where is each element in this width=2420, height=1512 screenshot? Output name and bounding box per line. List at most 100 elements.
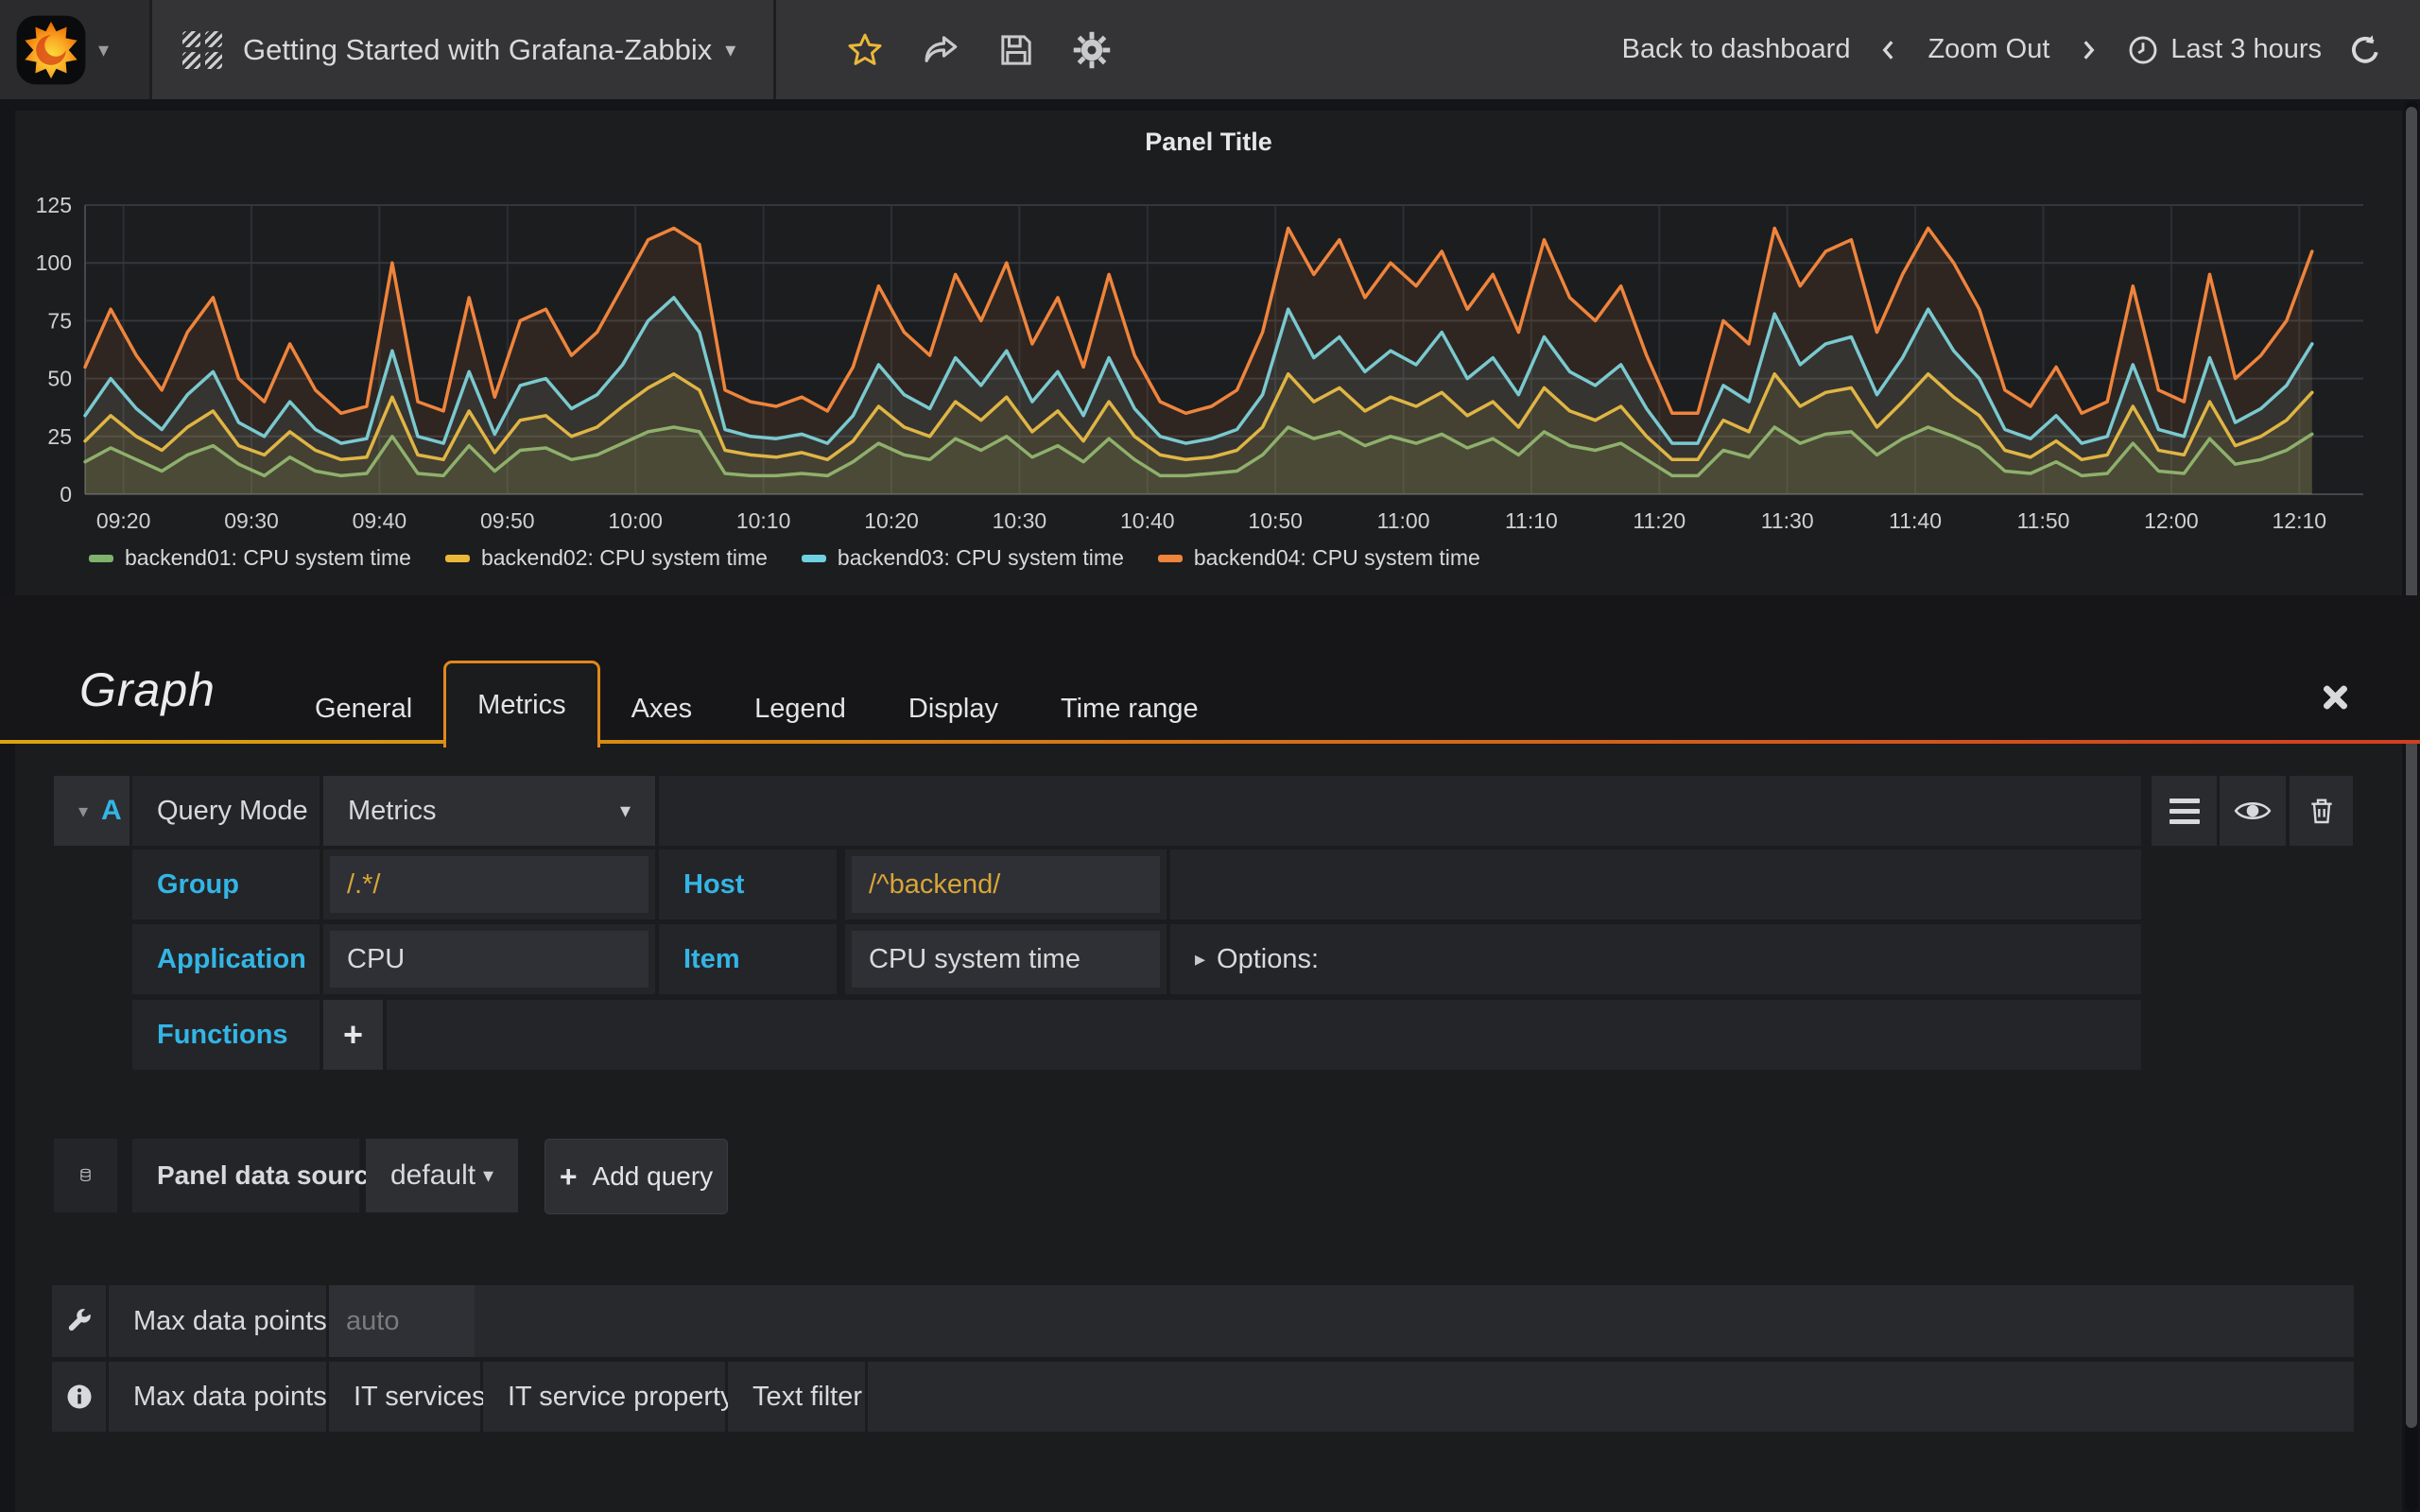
chart-legend: backend01: CPU system time backend02: CPU… bbox=[89, 545, 1480, 571]
svg-text:11:10: 11:10 bbox=[1505, 508, 1558, 533]
panel-type-heading: Graph bbox=[79, 662, 216, 717]
collapse-caret-icon: ▾ bbox=[78, 799, 88, 823]
save-button[interactable] bbox=[991, 0, 1042, 99]
group-row-filler bbox=[1170, 850, 2141, 919]
svg-text:09:40: 09:40 bbox=[353, 508, 407, 533]
plus-icon: + bbox=[343, 1015, 363, 1055]
svg-text:09:30: 09:30 bbox=[224, 508, 279, 533]
group-input[interactable]: /.*/ bbox=[330, 856, 648, 913]
dashboard-caret-icon: ▾ bbox=[725, 38, 735, 62]
host-label: Host bbox=[659, 850, 837, 919]
query-letter: A bbox=[101, 795, 122, 827]
graph-panel: Panel Title 09:2009:3009:4009:5010:0010:… bbox=[15, 111, 2402, 595]
datasource-select[interactable]: default ▾ bbox=[366, 1139, 518, 1212]
options-row: ▸ Options: bbox=[1170, 924, 2141, 994]
help-link-it-services[interactable]: IT services bbox=[329, 1362, 480, 1432]
datasource-label: Panel data source bbox=[132, 1139, 359, 1212]
eye-icon bbox=[2234, 799, 2272, 823]
dashboard-picker[interactable]: Getting Started with Grafana-Zabbix ▾ bbox=[152, 0, 776, 99]
options-toggle[interactable]: ▸ Options: bbox=[1195, 944, 1319, 975]
application-input-cell: CPU bbox=[323, 924, 655, 994]
host-input[interactable]: /^backend/ bbox=[852, 856, 1160, 913]
svg-text:10:50: 10:50 bbox=[1248, 508, 1303, 533]
legend-swatch-icon bbox=[89, 555, 113, 562]
time-series-chart[interactable]: 09:2009:3009:4009:5010:0010:1010:2010:30… bbox=[15, 111, 2402, 595]
help-link-it-service-property[interactable]: IT service property bbox=[483, 1362, 725, 1432]
item-input[interactable]: CPU system time bbox=[852, 931, 1160, 988]
info-icon-cell bbox=[52, 1362, 106, 1432]
svg-text:100: 100 bbox=[36, 250, 72, 275]
time-range-picker[interactable]: Last 3 hours bbox=[2127, 34, 2322, 66]
query-menu-button[interactable] bbox=[2152, 776, 2217, 846]
svg-text:12:00: 12:00 bbox=[2144, 508, 2199, 533]
tab-time-range[interactable]: Time range bbox=[1029, 674, 1230, 744]
zoom-out-button[interactable]: Zoom Out bbox=[1927, 34, 2049, 65]
legend-swatch-icon bbox=[445, 555, 470, 562]
tab-general[interactable]: General bbox=[284, 674, 443, 744]
tab-metrics[interactable]: Metrics bbox=[443, 661, 599, 747]
navbar: ▾ Getting Started with Grafana-Zabbix ▾ bbox=[0, 0, 2420, 99]
query-delete-button[interactable] bbox=[2290, 776, 2353, 846]
svg-text:50: 50 bbox=[47, 367, 72, 391]
tab-axes[interactable]: Axes bbox=[600, 674, 723, 744]
plus-icon: + bbox=[560, 1160, 578, 1194]
legend-label: backend01: CPU system time bbox=[125, 545, 411, 571]
query-mode-label: Query Mode bbox=[132, 776, 320, 846]
legend-item-backend01[interactable]: backend01: CPU system time bbox=[89, 545, 411, 571]
legend-swatch-icon bbox=[802, 555, 826, 562]
svg-text:10:30: 10:30 bbox=[993, 508, 1047, 533]
gear-icon bbox=[1072, 30, 1112, 70]
chevron-left-icon[interactable] bbox=[1876, 36, 1901, 64]
help-link-max-data-points[interactable]: Max data points bbox=[109, 1362, 326, 1432]
query-mode-select[interactable]: Metrics ▾ bbox=[323, 776, 655, 846]
chevron-right-small-icon: ▸ bbox=[1195, 947, 1205, 971]
database-icon bbox=[78, 1159, 93, 1193]
application-label: Application bbox=[132, 924, 320, 994]
wrench-icon bbox=[65, 1307, 94, 1335]
legend-item-backend02[interactable]: backend02: CPU system time bbox=[445, 545, 768, 571]
svg-text:11:40: 11:40 bbox=[1889, 508, 1942, 533]
datasource-icon-cell bbox=[54, 1139, 117, 1212]
grafana-dashboard-edit-screen: ▾ Getting Started with Grafana-Zabbix ▾ bbox=[0, 0, 2420, 1512]
functions-label: Functions bbox=[132, 1000, 320, 1070]
svg-text:25: 25 bbox=[47, 424, 72, 449]
item-input-cell: CPU system time bbox=[845, 924, 1167, 994]
dashboard-title[interactable]: Getting Started with Grafana-Zabbix bbox=[243, 33, 712, 67]
svg-text:75: 75 bbox=[47, 308, 72, 333]
host-input-cell: /^backend/ bbox=[845, 850, 1167, 919]
svg-text:11:20: 11:20 bbox=[1633, 508, 1685, 533]
chevron-down-icon: ▾ bbox=[620, 799, 631, 823]
legend-label: backend04: CPU system time bbox=[1194, 545, 1480, 571]
help-link-text-filter[interactable]: Text filter bbox=[728, 1362, 865, 1432]
query-letter-toggle[interactable]: ▾ A bbox=[54, 776, 130, 846]
help-row-filler bbox=[868, 1362, 2354, 1432]
svg-text:0: 0 bbox=[60, 482, 72, 507]
trash-icon bbox=[2307, 795, 2337, 827]
refresh-icon[interactable] bbox=[2348, 33, 2382, 67]
close-editor-button[interactable] bbox=[2320, 683, 2348, 712]
svg-text:11:30: 11:30 bbox=[1761, 508, 1814, 533]
share-button[interactable] bbox=[915, 0, 966, 99]
favorite-star-button[interactable] bbox=[839, 0, 890, 99]
svg-text:10:20: 10:20 bbox=[864, 508, 919, 533]
grafana-logo-menu[interactable]: ▾ bbox=[0, 0, 152, 99]
query-toggle-visibility-button[interactable] bbox=[2220, 776, 2286, 846]
query-row-filler bbox=[659, 776, 2141, 846]
scrollbar-thumb[interactable] bbox=[2406, 107, 2417, 1428]
application-input[interactable]: CPU bbox=[330, 931, 648, 988]
tab-display[interactable]: Display bbox=[877, 674, 1029, 744]
chevron-right-icon[interactable] bbox=[2076, 36, 2100, 64]
back-to-dashboard-button[interactable]: Back to dashboard bbox=[1622, 34, 1851, 65]
tab-legend[interactable]: Legend bbox=[723, 674, 877, 744]
max-data-points-input[interactable]: auto bbox=[329, 1285, 475, 1357]
max-data-points-row-filler: auto bbox=[329, 1285, 2354, 1357]
add-query-button[interactable]: + Add query bbox=[544, 1139, 728, 1214]
page-scrollbar[interactable] bbox=[2405, 101, 2418, 1512]
editor-tabs: GeneralMetricsAxesLegendDisplayTime rang… bbox=[284, 661, 1230, 744]
star-icon bbox=[846, 31, 884, 69]
time-range-label: Last 3 hours bbox=[2170, 34, 2322, 65]
legend-item-backend03[interactable]: backend03: CPU system time bbox=[802, 545, 1124, 571]
settings-button[interactable] bbox=[1066, 0, 1117, 99]
legend-item-backend04[interactable]: backend04: CPU system time bbox=[1158, 545, 1480, 571]
add-function-button[interactable]: + bbox=[323, 1000, 383, 1070]
